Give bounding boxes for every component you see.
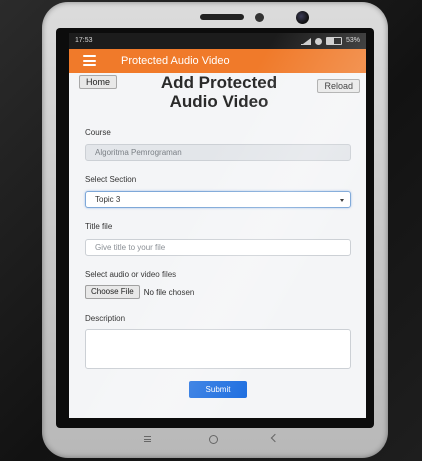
submit-button[interactable]: Submit bbox=[189, 381, 247, 398]
reload-button[interactable]: Reload bbox=[317, 79, 360, 93]
title-label: Title file bbox=[85, 222, 113, 231]
status-icons: 53% bbox=[300, 33, 360, 49]
section-value: Topic 3 bbox=[95, 195, 121, 204]
file-status: No file chosen bbox=[143, 287, 195, 297]
page-title-line1: Add Protected bbox=[160, 73, 278, 92]
battery-percent: 53% bbox=[345, 37, 360, 44]
file-picker: Choose File No file chosen bbox=[85, 285, 194, 299]
home-nav-icon[interactable] bbox=[209, 435, 218, 444]
recents-icon[interactable] bbox=[144, 436, 151, 442]
choose-file-button[interactable]: Choose File bbox=[85, 285, 140, 299]
hamburger-menu-icon[interactable] bbox=[83, 55, 96, 66]
phone-body: 17:53 53% Protected Audio Video Home Add… bbox=[42, 2, 388, 458]
course-field: Algoritma Pemrograman bbox=[85, 144, 351, 161]
description-textarea[interactable] bbox=[85, 329, 351, 369]
proximity-sensor bbox=[255, 13, 264, 22]
app-bar-title: Protected Audio Video bbox=[121, 55, 230, 67]
earpiece-speaker bbox=[200, 14, 244, 20]
description-label: Description bbox=[85, 314, 126, 323]
status-bar: 17:53 53% bbox=[69, 33, 366, 49]
form-content: Home Add Protected Audio Video Reload Co… bbox=[69, 73, 366, 418]
status-time: 17:53 bbox=[75, 37, 93, 44]
chevron-down-icon bbox=[340, 199, 344, 202]
app-bar: Protected Audio Video bbox=[69, 49, 366, 73]
signal-icon bbox=[300, 37, 311, 45]
battery-icon bbox=[325, 37, 342, 45]
section-select[interactable]: Topic 3 bbox=[85, 191, 351, 208]
title-placeholder: Give title to your file bbox=[95, 243, 166, 252]
screen-bezel: 17:53 53% Protected Audio Video Home Add… bbox=[56, 28, 374, 428]
back-icon[interactable] bbox=[270, 433, 280, 443]
course-value: Algoritma Pemrograman bbox=[95, 148, 182, 157]
photo-background: 17:53 53% Protected Audio Video Home Add… bbox=[0, 0, 422, 461]
phone-screen: 17:53 53% Protected Audio Video Home Add… bbox=[69, 33, 366, 418]
files-label: Select audio or video files bbox=[85, 270, 177, 279]
title-input[interactable]: Give title to your file bbox=[85, 239, 351, 256]
course-label: Course bbox=[85, 128, 111, 137]
section-label: Select Section bbox=[85, 175, 137, 184]
page-title: Add Protected Audio Video bbox=[129, 73, 309, 111]
page-title-line2: Audio Video bbox=[169, 92, 269, 111]
wifi-icon bbox=[314, 37, 322, 45]
home-button[interactable]: Home bbox=[79, 75, 118, 89]
hardware-nav-bar bbox=[56, 428, 374, 454]
front-camera bbox=[296, 11, 309, 24]
